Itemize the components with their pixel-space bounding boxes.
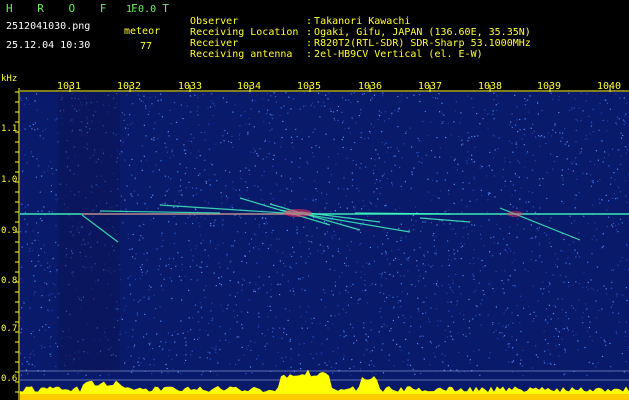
dark-band xyxy=(58,92,120,372)
x-tick-label: 1031 xyxy=(57,81,82,92)
x-tick-label: 1035 xyxy=(297,81,322,92)
mode-label: meteor xyxy=(124,26,161,37)
y-tick-label: 0.7 xyxy=(1,324,18,334)
meteor-count: 77 xyxy=(140,41,153,52)
x-tick-label: 1034 xyxy=(237,81,262,92)
x-tick-label: 1033 xyxy=(178,81,203,92)
y-tick-label: 1.0 xyxy=(1,175,18,185)
spectrogram-canvas xyxy=(15,85,629,400)
y-tick-label: 0.8 xyxy=(1,276,18,286)
meteor-head xyxy=(507,211,523,217)
x-tick-label: 1032 xyxy=(117,81,142,92)
station-value: 2el-HB9CV Vertical (el. E-W) xyxy=(314,49,483,60)
station-label: Receiving antenna xyxy=(190,49,293,60)
meteor-head xyxy=(284,209,312,217)
x-tick-label: 1038 xyxy=(478,81,503,92)
y-tick-label: 0.6 xyxy=(1,374,18,384)
capture-filename: 2512041030.png xyxy=(6,21,91,32)
x-tick-label: 1040 xyxy=(597,81,622,92)
x-tick-label: 1036 xyxy=(358,81,383,92)
x-tick-label: 1037 xyxy=(418,81,443,92)
capture-timestamp: 25.12.04 10:30 xyxy=(6,40,91,51)
x-tick-label: 1039 xyxy=(537,81,562,92)
y-axis-unit: kHz xyxy=(1,74,18,84)
spectrum-base xyxy=(20,394,629,400)
station-row-antenna: Receiving antenna:2el-HB9CV Vertical (el… xyxy=(190,49,483,60)
y-tick-label: 1.1 xyxy=(1,124,18,134)
y-tick-label: 0.9 xyxy=(1,226,18,236)
app-version: 1.0.0 xyxy=(126,4,157,15)
